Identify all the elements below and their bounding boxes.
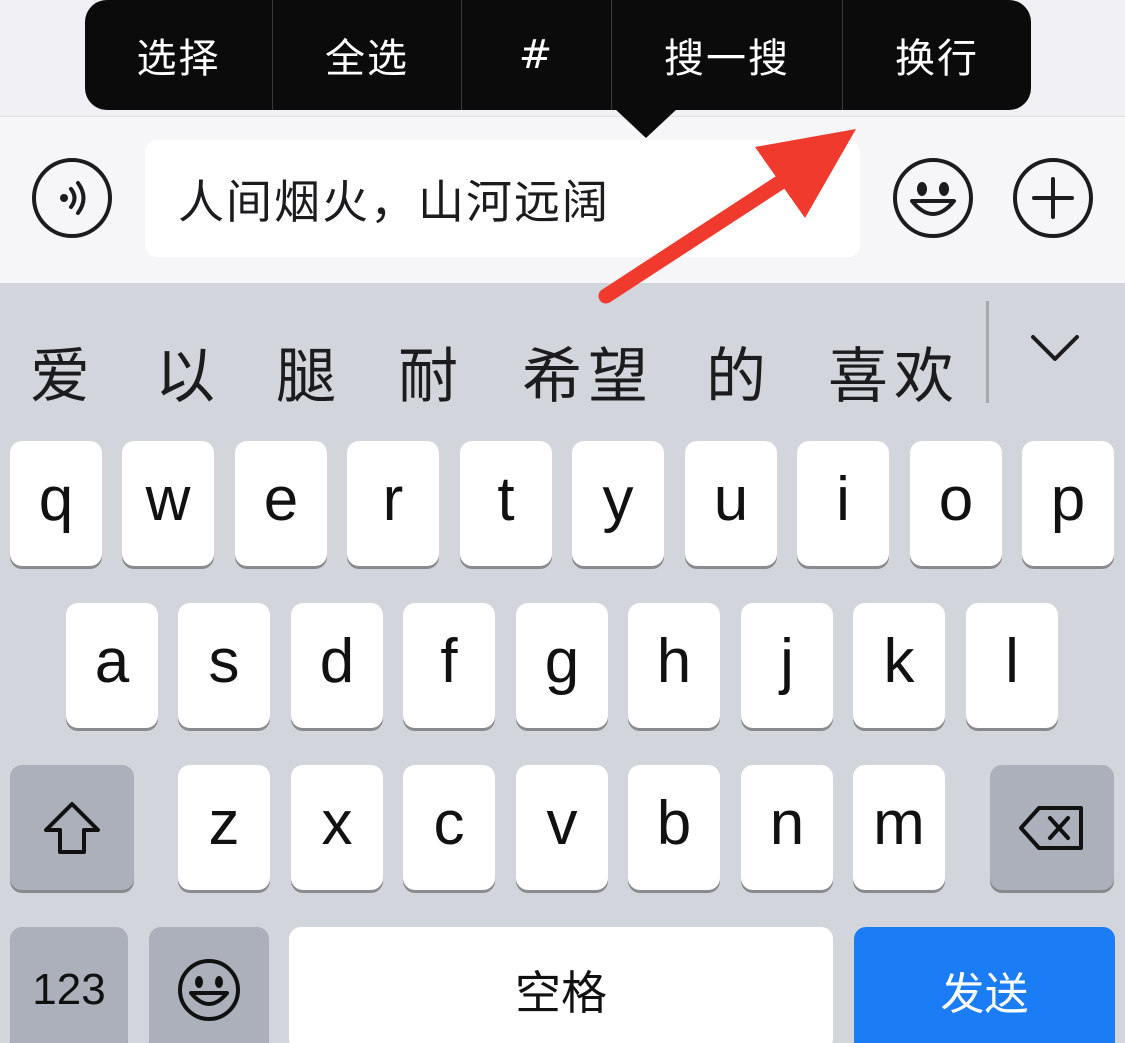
candidate-bar: 爱 以 腿 耐 希望 的 喜欢 bbox=[0, 283, 1125, 441]
key-q[interactable]: q bbox=[10, 441, 102, 566]
key-p[interactable]: p bbox=[1022, 441, 1114, 566]
menu-item-search[interactable]: 搜一搜 bbox=[612, 0, 843, 110]
emoji-button[interactable] bbox=[893, 158, 973, 238]
candidate-word[interactable]: 的 bbox=[706, 328, 772, 415]
numbers-key[interactable]: 123 bbox=[10, 927, 128, 1043]
send-button-label: 发送 bbox=[940, 969, 1029, 1019]
menu-item-select-all[interactable]: 全选 bbox=[273, 0, 462, 110]
key-s[interactable]: s bbox=[178, 603, 270, 728]
plus-icon bbox=[1032, 177, 1074, 219]
voice-button[interactable] bbox=[32, 158, 112, 238]
numbers-key-label: 123 bbox=[32, 964, 106, 1014]
key-i[interactable]: i bbox=[797, 441, 889, 566]
chevron-down-icon bbox=[1031, 335, 1079, 361]
key-d[interactable]: d bbox=[291, 603, 383, 728]
key-v[interactable]: v bbox=[516, 765, 608, 890]
candidate-word[interactable]: 喜欢 bbox=[828, 328, 960, 415]
key-m[interactable]: m bbox=[853, 765, 945, 890]
candidate-word[interactable]: 腿 bbox=[276, 328, 342, 415]
key-e[interactable]: e bbox=[235, 441, 327, 566]
delete-key[interactable] bbox=[990, 765, 1114, 890]
key-a[interactable]: a bbox=[66, 603, 158, 728]
key-r[interactable]: r bbox=[347, 441, 439, 566]
emoji-icon bbox=[910, 182, 956, 216]
candidate-word[interactable]: 爱 bbox=[30, 328, 96, 415]
emoji-key[interactable] bbox=[149, 927, 269, 1043]
menu-item-hashtag[interactable]: # bbox=[462, 0, 612, 110]
key-b[interactable]: b bbox=[628, 765, 720, 890]
key-o[interactable]: o bbox=[910, 441, 1002, 566]
backspace-icon bbox=[1019, 805, 1083, 850]
key-h[interactable]: h bbox=[628, 603, 720, 728]
space-key-label: 空格 bbox=[515, 966, 607, 1019]
shift-key[interactable] bbox=[10, 765, 134, 890]
key-c[interactable]: c bbox=[403, 765, 495, 890]
add-button[interactable] bbox=[1013, 158, 1093, 238]
key-t[interactable]: t bbox=[460, 441, 552, 566]
key-z[interactable]: z bbox=[178, 765, 270, 890]
key-n[interactable]: n bbox=[741, 765, 833, 890]
emoji-icon bbox=[178, 958, 240, 1021]
menu-item-select[interactable]: 选择 bbox=[85, 0, 273, 110]
key-w[interactable]: w bbox=[122, 441, 214, 566]
send-button[interactable]: 发送 bbox=[854, 927, 1115, 1043]
candidate-word[interactable]: 耐 bbox=[398, 328, 464, 415]
shift-icon bbox=[44, 801, 100, 854]
space-key[interactable]: 空格 bbox=[289, 927, 833, 1043]
key-u[interactable]: u bbox=[685, 441, 777, 566]
key-f[interactable]: f bbox=[403, 603, 495, 728]
candidate-divider bbox=[986, 301, 989, 403]
message-input[interactable]: 人间烟火，山河远阔 bbox=[145, 140, 860, 257]
key-k[interactable]: k bbox=[853, 603, 945, 728]
key-j[interactable]: j bbox=[741, 603, 833, 728]
candidate-word[interactable]: 希望 bbox=[522, 328, 654, 415]
key-g[interactable]: g bbox=[516, 603, 608, 728]
message-text: 人间烟火，山河远阔 bbox=[178, 174, 610, 229]
key-y[interactable]: y bbox=[572, 441, 664, 566]
voice-icon bbox=[60, 181, 86, 215]
context-menu: 选择 全选 # 搜一搜 换行 bbox=[85, 0, 1031, 110]
expand-candidates-button[interactable] bbox=[1025, 323, 1085, 373]
menu-item-newline[interactable]: 换行 bbox=[843, 0, 1031, 110]
candidate-word[interactable]: 以 bbox=[155, 328, 221, 415]
key-l[interactable]: l bbox=[966, 603, 1058, 728]
context-menu-pointer bbox=[614, 108, 678, 138]
key-x[interactable]: x bbox=[291, 765, 383, 890]
